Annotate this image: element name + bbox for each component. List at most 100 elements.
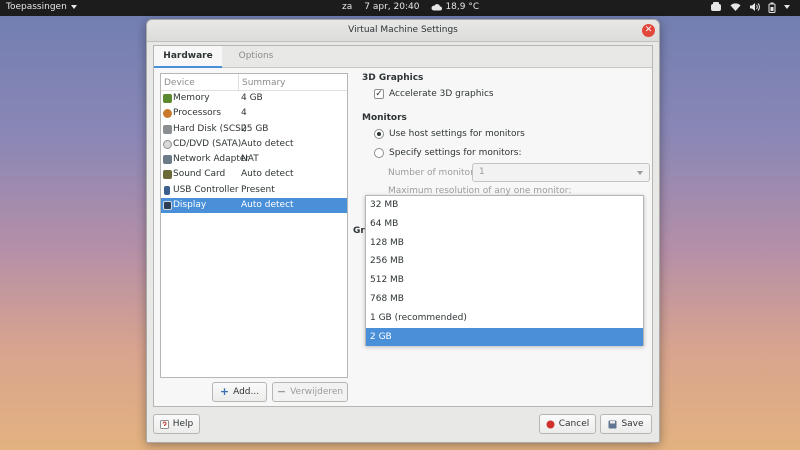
volume-icon	[750, 3, 760, 11]
column-header-device[interactable]: Device	[164, 78, 195, 88]
checkbox-box[interactable]: ✓	[374, 89, 384, 99]
save-button[interactable]: Save	[600, 414, 652, 434]
device-name: Sound Card	[173, 169, 226, 180]
help-icon	[159, 419, 169, 429]
section-title-3d-graphics: 3D Graphics	[362, 73, 424, 83]
save-label: Save	[621, 419, 644, 429]
window-title: Virtual Machine Settings	[348, 25, 458, 35]
add-device-label: Add...	[233, 387, 260, 397]
usb-icon	[164, 185, 170, 195]
cancel-button[interactable]: Cancel	[539, 414, 596, 434]
soundcard-icon	[163, 170, 172, 180]
device-row-network[interactable]: Network Adapter NAT	[161, 152, 347, 167]
device-summary: 4 GB	[241, 93, 263, 103]
tab-hardware[interactable]: Hardware	[154, 46, 222, 68]
close-button[interactable]: ✕	[642, 24, 655, 37]
number-of-monitors-label: Number of monitors:	[388, 168, 482, 178]
device-row-processors[interactable]: Processors 4	[161, 106, 347, 121]
dropdown-option[interactable]: 64 MB	[366, 215, 643, 234]
hidden-section-label: Gr	[353, 226, 365, 236]
radio-specify-settings[interactable]: Specify settings for monitors:	[374, 148, 522, 158]
applications-menu[interactable]: Toepassingen	[6, 2, 77, 12]
device-row-memory[interactable]: Memory 4 GB	[161, 91, 347, 106]
battery-icon	[768, 2, 776, 13]
device-row-usb[interactable]: USB Controller Present	[161, 183, 347, 198]
device-summary: 25 GB	[241, 123, 269, 134]
radio-use-host-settings[interactable]: Use host settings for monitors	[374, 129, 525, 139]
help-label: Help	[172, 419, 194, 429]
accelerate-3d-checkbox[interactable]: ✓ Accelerate 3D graphics	[374, 89, 494, 99]
clock[interactable]: za 7 apr, 20:40 18,9 °C	[342, 2, 479, 12]
harddisk-icon	[163, 124, 172, 134]
cdrom-icon	[163, 139, 172, 149]
dropdown-option[interactable]: 768 MB	[366, 290, 643, 309]
cancel-label: Cancel	[558, 419, 590, 429]
radio-button-selected[interactable]	[374, 129, 384, 139]
radio-button[interactable]	[374, 148, 384, 158]
clock-day: za	[342, 2, 353, 12]
device-summary: Auto detect	[241, 169, 294, 180]
accelerate-3d-label: Accelerate 3D graphics	[389, 89, 494, 99]
memory-icon	[163, 94, 172, 103]
column-header-summary[interactable]: Summary	[242, 78, 286, 88]
tab-bar: Hardware Options	[154, 46, 652, 68]
device-row-cdrom[interactable]: CD/DVD (SATA) Auto detect	[161, 137, 347, 152]
dropdown-option[interactable]: 32 MB	[366, 196, 643, 215]
dropdown-option[interactable]: 512 MB	[366, 271, 643, 290]
titlebar[interactable]: Virtual Machine Settings ✕	[147, 20, 659, 42]
clock-datetime: 7 apr, 20:40	[364, 2, 420, 12]
device-name: Network Adapter	[173, 154, 250, 165]
weather-temperature: 18,9 °C	[445, 2, 480, 12]
device-summary: 4	[241, 108, 247, 119]
tab-options[interactable]: Options	[222, 46, 290, 68]
device-list[interactable]: Device Summary Memory 4 GB Processors 4 …	[160, 73, 348, 378]
chevron-down-icon	[70, 5, 77, 9]
number-of-monitors-select[interactable]: 1	[472, 163, 650, 182]
display-icon	[163, 201, 172, 211]
help-button[interactable]: Help	[153, 414, 200, 434]
device-name: Display	[173, 200, 207, 211]
dropdown-option[interactable]: 128 MB	[366, 234, 643, 253]
top-bar: Toepassingen za 7 apr, 20:40 18,9 °C	[0, 0, 800, 16]
network-icon	[163, 155, 172, 165]
weather-indicator: 18,9 °C	[431, 2, 479, 12]
cloud-icon	[431, 4, 443, 11]
device-name: USB Controller	[173, 184, 239, 195]
minus-icon: −	[276, 385, 287, 398]
memory-size-dropdown[interactable]: 32 MB 64 MB 128 MB 256 MB 512 MB 768 MB …	[365, 195, 644, 347]
vmware-tray-icon[interactable]	[710, 1, 722, 13]
chevron-down-icon[interactable]	[784, 5, 790, 9]
remove-device-label: Verwijderen	[290, 387, 344, 397]
section-title-monitors: Monitors	[362, 113, 407, 123]
column-separator	[238, 74, 239, 91]
applications-menu-label: Toepassingen	[6, 2, 67, 12]
add-device-button[interactable]: + Add...	[212, 382, 267, 402]
dropdown-option-selected[interactable]: 2 GB	[366, 327, 643, 347]
device-summary: Auto detect	[241, 200, 294, 211]
device-row-harddisk[interactable]: Hard Disk (SCSI) 25 GB	[161, 122, 347, 137]
device-summary: Present	[241, 184, 275, 195]
specify-settings-label: Specify settings for monitors:	[389, 148, 522, 158]
save-icon	[608, 420, 617, 428]
device-name: Processors	[173, 108, 222, 119]
device-summary: NAT	[241, 154, 259, 165]
device-name: Memory	[173, 93, 210, 103]
device-name: CD/DVD (SATA)	[173, 138, 242, 149]
close-icon: ✕	[644, 25, 653, 35]
stop-icon	[546, 420, 555, 428]
device-summary: Auto detect	[241, 138, 294, 149]
processor-icon	[163, 109, 172, 119]
system-tray[interactable]	[710, 1, 790, 13]
device-row-display[interactable]: Display Auto detect	[161, 198, 347, 214]
device-name: Hard Disk (SCSI)	[173, 123, 247, 134]
use-host-settings-label: Use host settings for monitors	[389, 129, 525, 139]
plus-icon: +	[219, 385, 230, 398]
number-of-monitors-value: 1	[479, 167, 485, 177]
device-list-header: Device Summary	[161, 74, 347, 91]
remove-device-button[interactable]: − Verwijderen	[272, 382, 348, 402]
chevron-down-icon	[637, 171, 643, 175]
wifi-icon	[730, 3, 741, 11]
dropdown-option[interactable]: 256 MB	[366, 252, 643, 271]
device-row-soundcard[interactable]: Sound Card Auto detect	[161, 167, 347, 182]
dropdown-option[interactable]: 1 GB (recommended)	[366, 309, 643, 328]
